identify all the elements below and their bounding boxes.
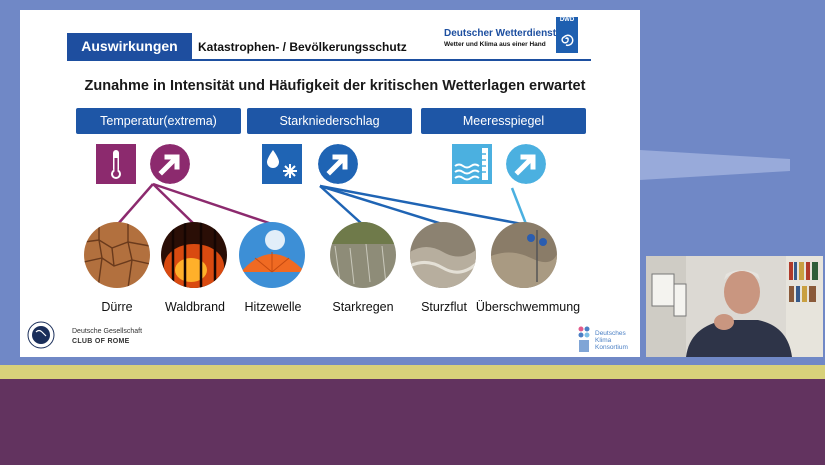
- footer-club-of-rome: CLUB OF ROME: [72, 338, 130, 345]
- background-bottom: [0, 379, 825, 465]
- heavy-rain-image: [330, 222, 396, 288]
- impact-label-heavy-rain: Starkregen: [332, 300, 394, 314]
- flash-flood-image: [410, 222, 476, 288]
- wildfire-image: [161, 222, 227, 288]
- heatwave-image: [239, 222, 305, 288]
- impact-label-drought: Dürre: [101, 300, 133, 314]
- dkk-logo-icon: [578, 326, 590, 352]
- footer-dkk-line2: Klima: [595, 337, 612, 344]
- impact-label-wildfire: Waldbrand: [165, 300, 225, 314]
- background-strip: [0, 365, 825, 379]
- globe-logo-icon: [27, 321, 55, 349]
- drought-image: [84, 222, 150, 288]
- impact-label-flooding: Überschwemmung: [475, 300, 581, 314]
- speaker-video-frame: [646, 256, 823, 357]
- presentation-slide: Auswirkungen Katastrophen- / Bevölkerung…: [20, 10, 640, 357]
- speaker-video-tile[interactable]: [646, 256, 823, 357]
- flooding-image: [491, 222, 557, 288]
- footer-society-name: Deutsche Gesellschaft: [72, 328, 143, 335]
- footer-dkk-line3: Konsortium: [595, 344, 628, 351]
- footer-dkk-text: Deutsches Klima Konsortium: [595, 330, 628, 351]
- footer-dkk-line1: Deutsches: [595, 330, 626, 337]
- impact-label-heatwave: Hitzewelle: [244, 300, 302, 314]
